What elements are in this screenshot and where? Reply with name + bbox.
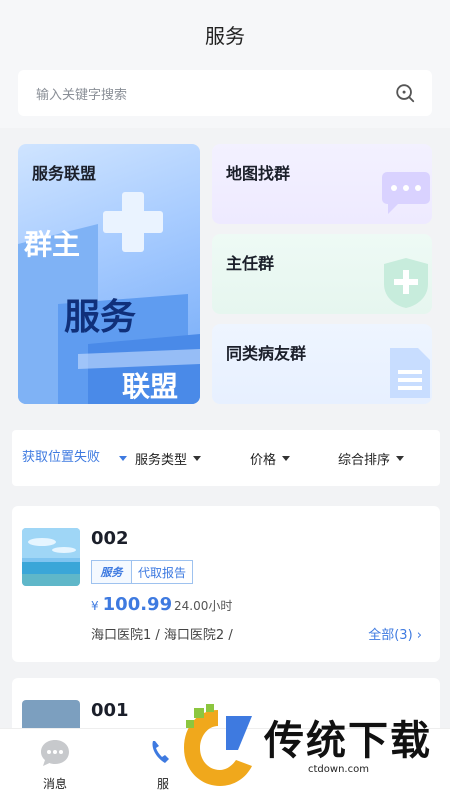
tile-label: 同类病友群	[226, 344, 307, 363]
banner-title: 服务联盟	[32, 164, 97, 183]
hospital-list: 海口医院1 / 海口医院2 /	[91, 628, 233, 643]
tile-same-disease-group[interactable]: 同类病友群	[212, 324, 432, 404]
document-icon	[390, 348, 430, 398]
watermark-text: 传统下载	[264, 718, 432, 764]
shield-plus-icon	[384, 258, 428, 308]
tile-director-group[interactable]: 主任群	[212, 234, 432, 314]
tile-label: 地图找群	[226, 164, 291, 183]
watermark-logo: 传统下载 ctdown.com	[178, 700, 440, 800]
view-all-label: 全部(3)	[368, 628, 413, 643]
banner-art-word-3: 联盟	[122, 370, 178, 403]
caret-down-icon	[396, 455, 405, 461]
filter-bar: 获取位置失败 服务类型 价格 综合排序	[12, 430, 440, 486]
sort-filter-label: 综合排序	[338, 452, 391, 468]
service-type-label: 服务类型	[135, 452, 188, 468]
service-title: 001	[91, 700, 129, 721]
banner-art-word-2: 服务	[64, 297, 136, 338]
service-price: ¥ 100.99	[91, 594, 172, 615]
chevron-right-icon: ›	[416, 628, 422, 643]
tile-label: 主任群	[226, 254, 275, 273]
sort-filter[interactable]: 综合排序	[338, 430, 405, 486]
location-filter-label: 获取位置失败	[22, 450, 101, 465]
watermark-url: ctdown.com	[308, 764, 369, 775]
caret-down-icon	[119, 456, 127, 461]
service-type-filter[interactable]: 服务类型	[135, 430, 202, 486]
service-tags: 服务 代取报告	[91, 560, 194, 584]
tab-messages[interactable]: 消息	[10, 729, 100, 800]
service-tag: 代取报告	[131, 560, 194, 584]
caret-down-icon	[282, 455, 291, 461]
price-filter[interactable]: 价格	[250, 430, 291, 486]
view-all-link[interactable]: 全部(3) ›	[368, 624, 422, 643]
service-tag-logo: 服务	[91, 560, 131, 584]
watermark-emblem-icon	[184, 704, 252, 786]
chat-bubble-icon	[382, 172, 430, 214]
service-icon	[152, 741, 169, 763]
service-card[interactable]: 002 服务 代取报告 ¥ 100.99 24.00小时 海口医院1 / 海口医…	[12, 506, 440, 662]
tile-map-find-group[interactable]: 地图找群	[212, 144, 432, 224]
tab-label: 消息	[42, 777, 67, 791]
service-duration: 24.00小时	[174, 599, 233, 613]
location-filter[interactable]: 获取位置失败	[22, 430, 127, 486]
top-bar: 服务 输入关键字搜索	[0, 0, 450, 128]
message-icon	[41, 740, 69, 766]
service-alliance-banner[interactable]: 服务联盟 群主 服务 联盟	[18, 144, 200, 404]
page-title: 服务	[205, 24, 245, 48]
banner-art-word-1: 群主	[24, 228, 80, 261]
search-bar[interactable]: 输入关键字搜索	[18, 70, 432, 116]
currency-symbol: ¥	[91, 599, 99, 613]
price-value: 100.99	[102, 594, 173, 615]
stairs-illustration: 群主 服务 联盟	[18, 192, 200, 404]
service-title: 002	[91, 528, 129, 549]
price-filter-label: 价格	[250, 452, 277, 468]
service-thumbnail	[22, 528, 80, 586]
caret-down-icon	[193, 455, 202, 461]
search-input[interactable]: 输入关键字搜索	[36, 84, 127, 103]
search-icon[interactable]	[394, 82, 416, 104]
